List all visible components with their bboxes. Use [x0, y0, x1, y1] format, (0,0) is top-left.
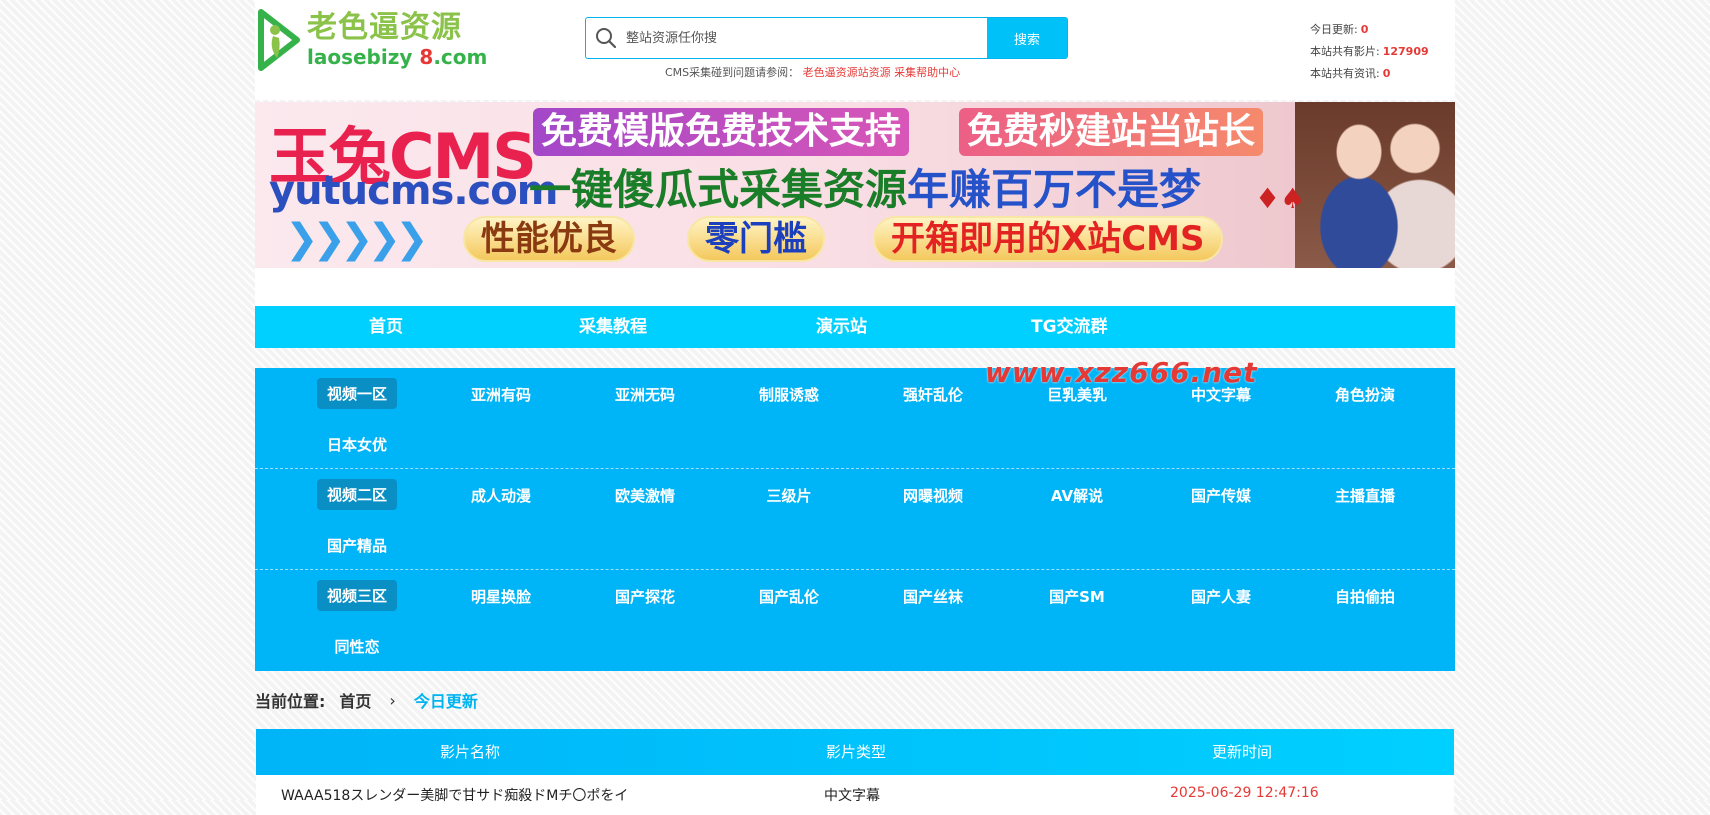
banner-button-3: 开箱即用的X站CMS: [873, 216, 1223, 262]
column-header-type: 影片类型: [825, 743, 887, 761]
ad-banner[interactable]: 玉兔CMS yutucms.com 免费模版免费技术支持 免费秒建站当站长 一键…: [255, 102, 1455, 268]
video-update-time: 2025-06-29 12:47:16: [1170, 785, 1319, 801]
banner-slogan: 一键傻瓜式采集资源年赚百万不是梦: [529, 165, 1202, 214]
category-item[interactable]: 角色扮演: [1335, 384, 1395, 405]
banner-pill-2: 免费秒建站当站长: [959, 108, 1264, 156]
category-item[interactable]: 中文字幕: [1191, 384, 1251, 405]
category-head-3[interactable]: 视频三区: [316, 580, 398, 611]
breadcrumb-home[interactable]: 首页: [339, 688, 371, 712]
category-item[interactable]: 三级片: [766, 485, 811, 506]
banner-button-1: 性能优良: [463, 216, 635, 262]
category-item[interactable]: 强奸乱伦: [903, 384, 963, 405]
category-row-1: 视频一区 亚洲有码 亚洲无码 制服诱惑 强奸乱伦 巨乳美乳 中文字幕 角色扮演 …: [255, 368, 1455, 469]
nav-tg-group[interactable]: TG交流群: [1031, 306, 1108, 348]
search-button[interactable]: 搜索: [987, 18, 1067, 58]
table-header: 影片名称 影片类型 更新时间: [256, 729, 1454, 775]
category-item[interactable]: 自拍偷拍: [1335, 586, 1395, 607]
banner-pill-1: 免费模版免费技术支持: [533, 108, 910, 156]
category-item[interactable]: 明星换脸: [471, 586, 531, 607]
search-icon: [586, 18, 626, 58]
category-item[interactable]: 国产探花: [615, 586, 675, 607]
category-head-2[interactable]: 视频二区: [316, 479, 398, 510]
category-item[interactable]: 国产丝袜: [903, 586, 963, 607]
logo-domain: laosebizy 8.com: [307, 45, 488, 69]
category-item[interactable]: 巨乳美乳: [1047, 384, 1107, 405]
banner-cards-icon: ♦♠: [1255, 182, 1306, 215]
category-item[interactable]: 亚洲无码: [615, 384, 675, 405]
breadcrumb-label: 当前位置:: [255, 692, 326, 711]
nav-home[interactable]: 首页: [369, 306, 403, 348]
logo-title: 老色逼资源: [307, 10, 462, 45]
stat-today: 今日更新: 0: [1310, 23, 1369, 36]
category-item[interactable]: 国产乱伦: [759, 586, 819, 607]
category-item[interactable]: 国产精品: [327, 535, 387, 556]
column-header-time: 更新时间: [1211, 743, 1273, 761]
site-stats: 今日更新: 0 本站共有影片: 127909 本站共有资讯: 0: [1310, 19, 1429, 85]
logo-play-icon: [257, 8, 301, 72]
breadcrumb: 当前位置: 首页 › 今日更新: [255, 671, 1455, 729]
breadcrumb-separator-icon: ›: [389, 690, 396, 710]
category-item[interactable]: 制服诱惑: [759, 384, 819, 405]
category-item[interactable]: 同性恋: [334, 636, 379, 657]
site-logo[interactable]: 老色逼资源 laosebizy 8.com: [257, 8, 487, 72]
video-type: 中文字幕: [824, 788, 880, 804]
update-table: 影片名称 影片类型 更新时间 WAAA518スレンダー美脚で甘サド痴殺ドMチ〇ポ…: [256, 729, 1454, 815]
banner-url: yutucms.com: [269, 168, 558, 214]
category-item[interactable]: AV解说: [1051, 485, 1103, 506]
category-item[interactable]: 成人动漫: [471, 485, 531, 506]
category-item[interactable]: 亚洲有码: [471, 384, 531, 405]
video-title[interactable]: WAAA518スレンダー美脚で甘サド痴殺ドMチ〇ポをイ: [281, 785, 628, 805]
category-panel: www.xzz666.net 视频一区 亚洲有码 亚洲无码 制服诱惑 强奸乱伦 …: [255, 356, 1455, 671]
column-header-title: 影片名称: [439, 743, 501, 761]
category-item[interactable]: 欧美激情: [615, 485, 675, 506]
category-item[interactable]: 日本女优: [327, 434, 387, 455]
help-link-resources[interactable]: 老色逼资源站资源: [803, 66, 891, 79]
help-prefix: CMS采集碰到问题请参阅：: [665, 66, 800, 79]
category-head-1[interactable]: 视频一区: [316, 378, 398, 409]
banner-models-image: [1295, 102, 1455, 268]
category-item[interactable]: 国产传媒: [1191, 485, 1251, 506]
table-row[interactable]: WAAA518スレンダー美脚で甘サド痴殺ドMチ〇ポをイ 中文字幕 2025-06…: [256, 775, 1454, 815]
category-row-3: 视频三区 明星换脸 国产探花 国产乱伦 国产丝袜 国产SM 国产人妻 自拍偷拍 …: [255, 570, 1455, 671]
nav-demo[interactable]: 演示站: [816, 306, 867, 348]
breadcrumb-current: 今日更新: [413, 692, 478, 711]
category-item[interactable]: 国产SM: [1049, 586, 1105, 607]
category-row-2: 视频二区 成人动漫 欧美激情 三级片 网曝视频 AV解说 国产传媒 主播直播 国…: [255, 469, 1455, 570]
nav-tutorial[interactable]: 采集教程: [579, 306, 647, 348]
search-input[interactable]: [626, 18, 987, 58]
stat-videos: 本站共有影片: 127909: [1310, 45, 1429, 58]
stat-news: 本站共有资讯: 0: [1310, 67, 1391, 80]
category-item[interactable]: 网曝视频: [903, 485, 963, 506]
category-item[interactable]: 国产人妻: [1191, 586, 1251, 607]
banner-button-2: 零门槛: [687, 216, 825, 262]
site-header: 老色逼资源 laosebizy 8.com 搜索 CMS采集碰到问题请参阅： 老…: [255, 0, 1455, 100]
banner-arrows-icon: ❯❯❯❯❯: [285, 216, 429, 262]
help-notice: CMS采集碰到问题请参阅： 老色逼资源站资源 采集帮助中心: [665, 64, 960, 80]
page-container: 老色逼资源 laosebizy 8.com 搜索 CMS采集碰到问题请参阅： 老…: [255, 0, 1455, 815]
main-nav: 首页 采集教程 演示站 TG交流群: [255, 306, 1455, 348]
help-link-center[interactable]: 采集帮助中心: [894, 66, 960, 79]
search-box: 搜索: [585, 17, 1068, 59]
category-item[interactable]: 主播直播: [1335, 485, 1395, 506]
